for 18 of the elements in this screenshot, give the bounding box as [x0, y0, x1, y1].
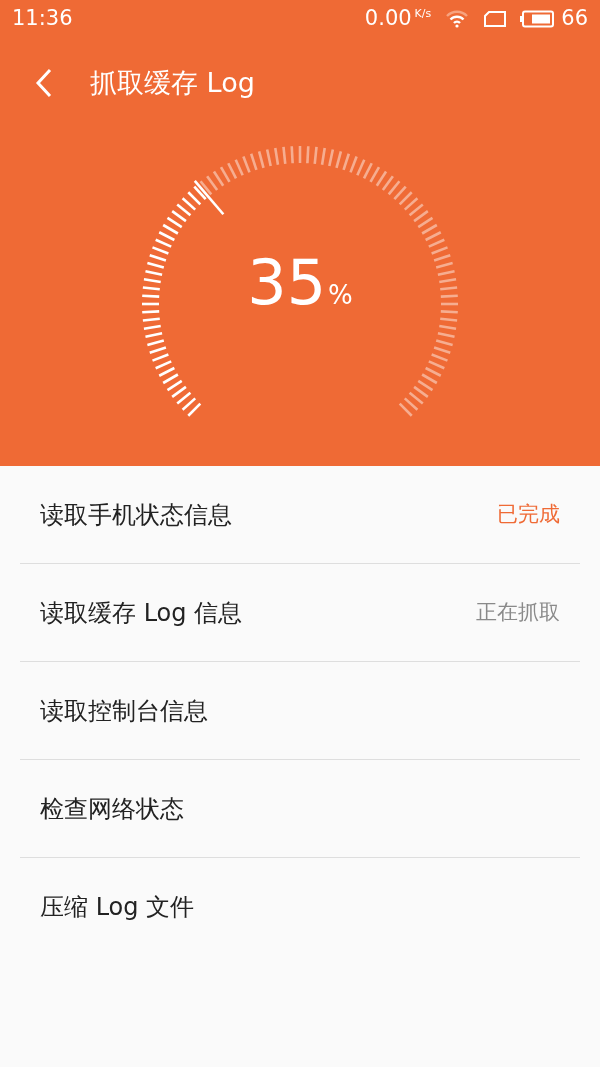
page-title: 抓取缓存 Log [90, 65, 255, 100]
network-speed: 0.00 [364, 5, 412, 33]
step-label: 压缩 Log 文件 [40, 892, 195, 923]
sim-card-icon [483, 10, 508, 28]
step-status: 已完成 [497, 500, 560, 528]
step-label: 检查网络状态 [40, 793, 184, 825]
progress-value: 35 [247, 252, 327, 314]
percent-sign: % [328, 282, 353, 308]
step-label: 读取手机状态信息 [40, 499, 232, 531]
battery-icon [519, 10, 556, 28]
step-label: 读取控制台信息 [40, 695, 208, 727]
status-time: 11:36 [12, 5, 73, 33]
wifi-icon [445, 10, 470, 28]
back-icon [35, 68, 53, 98]
step-label: 读取缓存 Log 信息 [40, 597, 243, 629]
battery-level: 66 [561, 5, 588, 33]
step-status: 正在抓取 [476, 598, 560, 626]
speed-unit: K/s [414, 6, 432, 22]
